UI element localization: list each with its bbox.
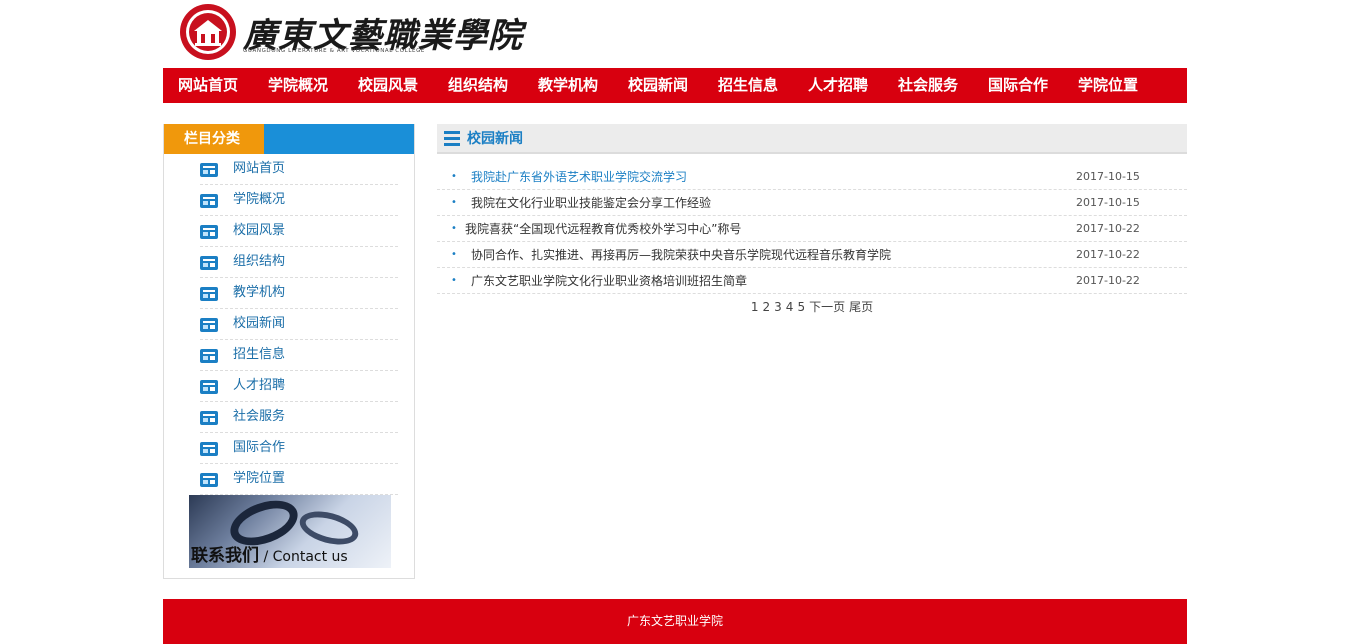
sidebar-item-label: 人才招聘 bbox=[233, 378, 286, 393]
sidebar-item-label: 学院概况 bbox=[233, 192, 286, 207]
list-icon bbox=[200, 349, 218, 363]
page-link-3[interactable]: 3 bbox=[774, 300, 782, 314]
nav-item-scenery[interactable]: 校园风景 bbox=[358, 68, 448, 103]
sidebar-item-label: 网站首页 bbox=[233, 161, 286, 176]
sidebar-item-scenery[interactable]: 校园风景 bbox=[200, 216, 398, 247]
news-panel-header: 校园新闻 bbox=[437, 124, 1187, 154]
page-link-2[interactable]: 2 bbox=[763, 300, 771, 314]
contact-us-text: 联系我们 / Contact us bbox=[191, 541, 348, 566]
sidebar-item-recruitment[interactable]: 人才招聘 bbox=[200, 371, 398, 402]
sidebar-item-admissions[interactable]: 招生信息 bbox=[200, 340, 398, 371]
sidebar-item-label: 教学机构 bbox=[233, 285, 286, 300]
sidebar-title: 栏目分类 bbox=[164, 124, 264, 154]
news-title[interactable]: 协同合作、扎实推进、再接再厉—我院荣获中央音乐学院现代远程音乐教育学院 bbox=[471, 242, 891, 268]
bullet-icon: • bbox=[451, 249, 457, 260]
bullet-icon: • bbox=[451, 275, 457, 286]
sidebar-list: 网站首页 学院概况 校园风景 组织结构 教学机构 校园新闻 招生信息 人才招聘 … bbox=[164, 154, 414, 495]
news-panel-title: 校园新闻 bbox=[467, 131, 523, 147]
news-title[interactable]: 我院赴广东省外语艺术职业学院交流学习 bbox=[471, 164, 687, 190]
news-title[interactable]: 我院喜获“全国现代远程教育优秀校外学习中心”称号 bbox=[465, 216, 741, 242]
news-item[interactable]: • 我院喜获“全国现代远程教育优秀校外学习中心”称号 2017-10-22 bbox=[437, 216, 1187, 242]
news-date: 2017-10-15 bbox=[1076, 196, 1140, 209]
news-title[interactable]: 广东文艺职业学院文化行业职业资格培训班招生简章 bbox=[471, 268, 747, 294]
last-page-link[interactable]: 尾页 bbox=[849, 300, 873, 314]
page-link-1[interactable]: 1 bbox=[751, 300, 759, 314]
news-date: 2017-10-15 bbox=[1076, 170, 1140, 183]
sidebar-item-news[interactable]: 校园新闻 bbox=[200, 309, 398, 340]
next-page-link[interactable]: 下一页 bbox=[809, 300, 845, 314]
footer-text: 广东文艺职业学院 bbox=[626, 614, 723, 628]
site-footer: 广东文艺职业学院 bbox=[163, 599, 1187, 644]
list-icon bbox=[200, 225, 218, 239]
list-icon bbox=[200, 318, 218, 332]
menu-lines-icon bbox=[444, 131, 460, 147]
list-icon bbox=[200, 411, 218, 425]
contact-us-cn: 联系我们 bbox=[191, 546, 259, 566]
news-item[interactable]: • 广东文艺职业学院文化行业职业资格培训班招生简章 2017-10-22 bbox=[437, 268, 1187, 294]
bullet-icon: • bbox=[451, 197, 457, 208]
list-icon bbox=[200, 163, 218, 177]
nav-item-home[interactable]: 网站首页 bbox=[178, 68, 268, 103]
sidebar-item-location[interactable]: 学院位置 bbox=[200, 464, 398, 495]
bullet-icon: • bbox=[451, 171, 457, 182]
nav-item-teaching[interactable]: 教学机构 bbox=[538, 68, 628, 103]
sidebar-item-label: 招生信息 bbox=[233, 347, 286, 362]
logo-english-name: GUANGDONG LITERATURE & ART VOCATIONAL CO… bbox=[243, 48, 426, 54]
sidebar-header: 栏目分类 bbox=[164, 124, 414, 154]
news-date: 2017-10-22 bbox=[1076, 248, 1140, 261]
list-icon bbox=[200, 287, 218, 301]
contact-us-banner[interactable]: 联系我们 / Contact us bbox=[189, 495, 391, 568]
list-icon bbox=[200, 194, 218, 208]
nav-item-services[interactable]: 社会服务 bbox=[898, 68, 988, 103]
sidebar-item-structure[interactable]: 组织结构 bbox=[200, 247, 398, 278]
news-panel: 校园新闻 • 我院赴广东省外语艺术职业学院交流学习 2017-10-15 • 我院在文… bbox=[437, 124, 1187, 314]
sidebar-item-services[interactable]: 社会服务 bbox=[200, 402, 398, 433]
sidebar-item-label: 校园风景 bbox=[233, 223, 286, 238]
bullet-icon: • bbox=[451, 223, 457, 234]
news-date: 2017-10-22 bbox=[1076, 222, 1140, 235]
list-icon bbox=[200, 256, 218, 270]
nav-item-location[interactable]: 学院位置 bbox=[1078, 68, 1168, 103]
site-header: 廣東文藝職業學院 GUANGDONG LITERATURE & ART VOCA… bbox=[163, 0, 1187, 67]
page-link-5[interactable]: 5 bbox=[797, 300, 805, 314]
nav-item-structure[interactable]: 组织结构 bbox=[448, 68, 538, 103]
news-item[interactable]: • 我院赴广东省外语艺术职业学院交流学习 2017-10-15 bbox=[437, 164, 1187, 190]
news-title[interactable]: 我院在文化行业职业技能鉴定会分享工作经验 bbox=[471, 190, 711, 216]
college-logo-text[interactable]: 廣東文藝職業學院 GUANGDONG LITERATURE & ART VOCA… bbox=[243, 8, 522, 58]
list-icon bbox=[200, 442, 218, 456]
news-date: 2017-10-22 bbox=[1076, 274, 1140, 287]
page-link-4[interactable]: 4 bbox=[786, 300, 794, 314]
nav-item-news[interactable]: 校园新闻 bbox=[628, 68, 718, 103]
news-item[interactable]: • 我院在文化行业职业技能鉴定会分享工作经验 2017-10-15 bbox=[437, 190, 1187, 216]
sidebar-item-teaching[interactable]: 教学机构 bbox=[200, 278, 398, 309]
sidebar-item-label: 国际合作 bbox=[233, 440, 286, 455]
sidebar-item-international[interactable]: 国际合作 bbox=[200, 433, 398, 464]
sidebar-item-label: 社会服务 bbox=[233, 409, 286, 424]
nav-item-overview[interactable]: 学院概况 bbox=[268, 68, 358, 103]
sidebar-item-home[interactable]: 网站首页 bbox=[200, 154, 398, 185]
main-nav: 网站首页 学院概况 校园风景 组织结构 教学机构 校园新闻 招生信息 人才招聘 … bbox=[163, 68, 1187, 103]
sidebar-item-overview[interactable]: 学院概况 bbox=[200, 185, 398, 216]
news-item[interactable]: • 协同合作、扎实推进、再接再厉—我院荣获中央音乐学院现代远程音乐教育学院 2017… bbox=[437, 242, 1187, 268]
nav-item-recruitment[interactable]: 人才招聘 bbox=[808, 68, 898, 103]
news-list: • 我院赴广东省外语艺术职业学院交流学习 2017-10-15 • 我院在文化行业职业… bbox=[437, 164, 1187, 294]
category-sidebar: 栏目分类 网站首页 学院概况 校园风景 组织结构 教学机构 校园新闻 招生信息 … bbox=[163, 124, 415, 579]
nav-item-international[interactable]: 国际合作 bbox=[988, 68, 1078, 103]
sidebar-item-label: 校园新闻 bbox=[233, 316, 286, 331]
contact-us-en: / Contact us bbox=[259, 549, 348, 565]
college-emblem-icon[interactable] bbox=[177, 3, 239, 61]
nav-item-admissions[interactable]: 招生信息 bbox=[718, 68, 808, 103]
list-icon bbox=[200, 473, 218, 487]
pagination: 1 2 3 4 5 下一页 尾页 bbox=[437, 298, 1187, 315]
list-icon bbox=[200, 380, 218, 394]
sidebar-item-label: 学院位置 bbox=[233, 471, 286, 486]
sidebar-item-label: 组织结构 bbox=[233, 254, 286, 269]
